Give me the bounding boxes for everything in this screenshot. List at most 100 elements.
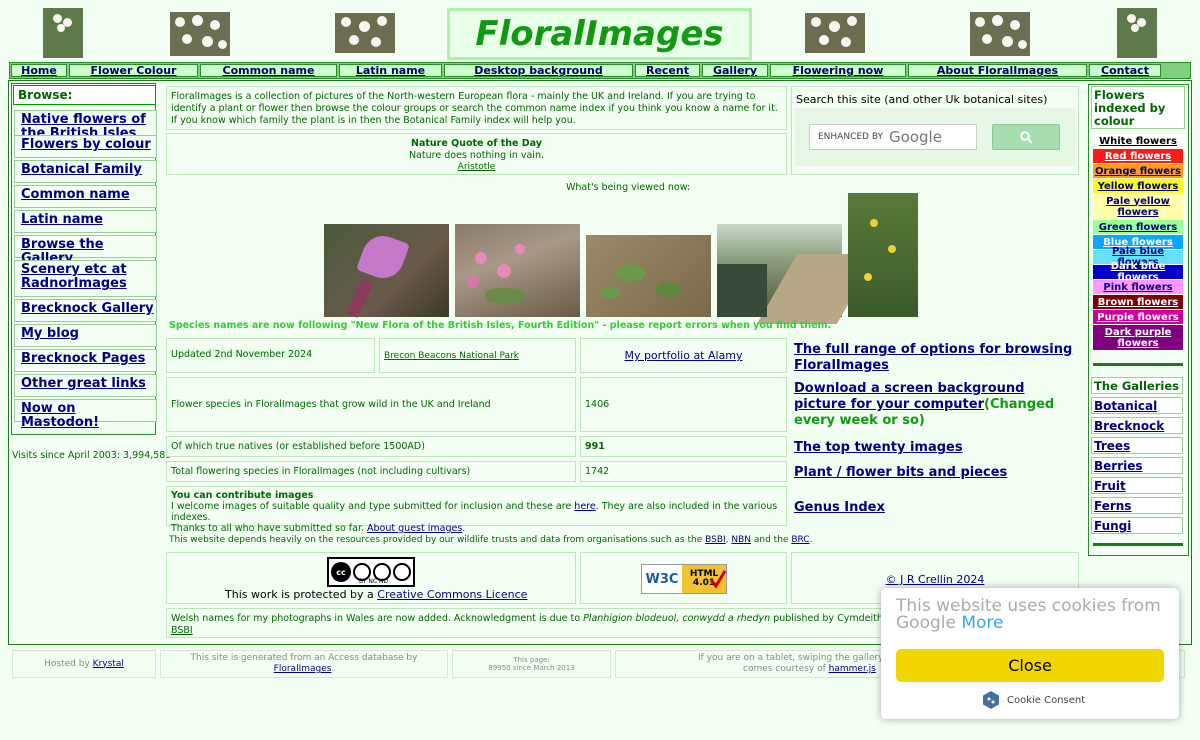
gallery-link[interactable]: Berries bbox=[1091, 457, 1183, 474]
link-download-bg[interactable]: Download a screen background picture for… bbox=[794, 381, 1074, 429]
gallery-link[interactable]: Fungi bbox=[1091, 517, 1183, 534]
brecon-link[interactable]: Brecon Beacons National Park bbox=[384, 351, 519, 361]
cookie-more-link[interactable]: More bbox=[961, 613, 1003, 633]
contribute-here-link[interactable]: here bbox=[574, 501, 595, 512]
sidebar-item-link[interactable]: Latin name bbox=[15, 211, 156, 227]
nav-flower-colour[interactable]: Flower Colour bbox=[69, 64, 198, 77]
cc-licence-link[interactable]: Creative Commons Licence bbox=[377, 588, 527, 601]
sidebar-item-link[interactable]: Other great links bbox=[15, 375, 156, 391]
link-browse-options[interactable]: The full range of options for browsing F… bbox=[794, 342, 1074, 374]
link-top-twenty-text[interactable]: The top twenty images bbox=[794, 440, 963, 455]
sidebar-item[interactable]: Other great links bbox=[14, 374, 157, 397]
link-genus-index[interactable]: Genus Index bbox=[794, 500, 885, 516]
nav-common-name[interactable]: Common name bbox=[200, 64, 337, 77]
sidebar-item[interactable]: Common name bbox=[14, 185, 157, 208]
cookie-close-button[interactable]: Close bbox=[896, 649, 1164, 682]
colour-button[interactable]: Brown flowers bbox=[1093, 295, 1183, 309]
bsbi-link[interactable]: BSBI bbox=[705, 535, 726, 545]
alamy-link[interactable]: My portfolio at Alamy bbox=[624, 349, 742, 362]
search-label: Search this site (and other Uk botanical… bbox=[796, 93, 1048, 106]
colour-button[interactable]: Dark purple flowers bbox=[1093, 325, 1183, 350]
gallery-link[interactable]: Brecknock bbox=[1091, 417, 1183, 434]
sidebar-item-link[interactable]: Brecknock Gallery bbox=[15, 300, 156, 316]
sidebar-item[interactable]: Flowers by colour bbox=[14, 135, 157, 158]
nav-home[interactable]: Home bbox=[11, 64, 67, 77]
link-bits-pieces-text[interactable]: Plant / flower bits and pieces bbox=[794, 465, 1007, 480]
recent-photo-1[interactable] bbox=[324, 224, 449, 318]
sidebar-item[interactable]: Brecknock Pages bbox=[14, 349, 157, 372]
colour-heading-box: Flowers indexed by colour bbox=[1091, 86, 1185, 129]
nav-recent[interactable]: Recent bbox=[635, 64, 700, 77]
nav-latin-name[interactable]: Latin name bbox=[339, 64, 442, 77]
copyright-link[interactable]: © J R Crellin 2024 bbox=[886, 573, 985, 586]
site-logo[interactable]: FloralImages bbox=[447, 8, 752, 60]
footer-hosted-text: Hosted by bbox=[44, 658, 93, 669]
header-thumb-right-1 bbox=[805, 13, 865, 53]
species-note: Species names are now following "New Flo… bbox=[169, 320, 832, 331]
depends-note: This website depends heavily on the reso… bbox=[169, 534, 812, 546]
colour-button[interactable]: Pink flowers bbox=[1093, 280, 1183, 294]
link-bits-pieces[interactable]: Plant / flower bits and pieces bbox=[794, 465, 1007, 481]
page-counter: 89950 since March 2013 bbox=[488, 664, 575, 672]
sidebar-item-link[interactable]: Now on Mastodon! bbox=[15, 400, 156, 430]
sidebar-item[interactable]: Latin name bbox=[14, 210, 157, 233]
sidebar: Browse: Native flowers of the British Is… bbox=[11, 83, 158, 443]
nav-about-floralimages[interactable]: About FloralImages bbox=[908, 64, 1087, 77]
brc-link[interactable]: BRC bbox=[791, 535, 809, 545]
sidebar-item-link[interactable]: My blog bbox=[15, 325, 156, 341]
sidebar-item[interactable]: My blog bbox=[14, 324, 157, 347]
quote-author[interactable]: Aristotle bbox=[458, 162, 496, 172]
nav-desktop-background[interactable]: Desktop background bbox=[444, 64, 633, 77]
krystal-link[interactable]: Krystal bbox=[93, 659, 124, 669]
gallery-link[interactable]: Botanical bbox=[1091, 397, 1183, 414]
search-button[interactable] bbox=[992, 124, 1060, 150]
recent-photo-5[interactable] bbox=[848, 193, 918, 317]
sidebar-item[interactable]: Scenery etc at RadnorImages bbox=[14, 260, 157, 297]
nav-flowering-now[interactable]: Flowering now bbox=[770, 64, 906, 77]
cookie-message-text: This website uses cookies from Google bbox=[896, 596, 1161, 633]
gallery-link[interactable]: Trees bbox=[1091, 437, 1183, 454]
nav-gallery[interactable]: Gallery bbox=[702, 64, 768, 77]
colour-button[interactable]: Dark blue flowers bbox=[1093, 261, 1183, 283]
colour-button[interactable]: Orange flowers bbox=[1093, 164, 1183, 178]
link-genus-index-text[interactable]: Genus Index bbox=[794, 500, 885, 515]
sidebar-item[interactable]: Now on Mastodon! bbox=[14, 399, 157, 430]
sidebar-item-link[interactable]: Brecknock Pages bbox=[15, 350, 156, 366]
recent-photo-4[interactable] bbox=[717, 224, 878, 324]
recent-photo-3[interactable] bbox=[586, 235, 711, 317]
colour-heading: Flowers indexed by colour bbox=[1094, 88, 1166, 128]
guest-images-link[interactable]: About guest images bbox=[367, 523, 462, 534]
brecon-cell: Brecon Beacons National Park bbox=[379, 338, 576, 373]
colour-button[interactable]: Yellow flowers bbox=[1093, 179, 1183, 193]
nbn-link[interactable]: NBN bbox=[731, 535, 751, 545]
colour-button[interactable]: Green flowers bbox=[1093, 220, 1183, 234]
updated-text: Updated 2nd November 2024 bbox=[171, 349, 313, 360]
colour-button[interactable]: Pale yellow flowers bbox=[1093, 194, 1183, 219]
floralimages-link[interactable]: FloralImages bbox=[274, 664, 332, 674]
colour-button[interactable]: White flowers bbox=[1093, 135, 1183, 148]
gallery-link[interactable]: Ferns bbox=[1091, 497, 1183, 514]
depends-sep-2: and the bbox=[751, 535, 792, 545]
hammer-link[interactable]: hammer.js bbox=[829, 664, 876, 674]
sidebar-item[interactable]: Browse the Gallery bbox=[14, 235, 157, 266]
link-browse-options-text[interactable]: The full range of options for browsing F… bbox=[794, 342, 1072, 373]
sidebar-item-link[interactable]: Botanical Family bbox=[15, 161, 156, 177]
sidebar-item-link[interactable]: Scenery etc at RadnorImages bbox=[15, 261, 156, 291]
sidebar-item[interactable]: Brecknock Gallery bbox=[14, 299, 157, 322]
welsh-bsbi-link[interactable]: BSBI bbox=[171, 625, 193, 636]
search-input[interactable]: ENHANCED BY Google bbox=[809, 124, 977, 150]
stat-value: 1406 bbox=[585, 399, 610, 410]
cookie-brand[interactable]: Cookie Consent bbox=[981, 690, 1085, 710]
sidebar-item[interactable]: Botanical Family bbox=[14, 160, 157, 183]
sidebar-item-link[interactable]: Flowers by colour bbox=[15, 136, 156, 152]
colour-button[interactable]: Red flowers bbox=[1093, 149, 1183, 163]
recent-photo-2[interactable] bbox=[455, 224, 580, 317]
cc-badge[interactable]: cc BY NC ND bbox=[327, 557, 415, 587]
depends-end: . bbox=[809, 535, 813, 545]
colour-button[interactable]: Purple flowers bbox=[1093, 310, 1183, 324]
sidebar-item-link[interactable]: Common name bbox=[15, 186, 156, 202]
link-top-twenty[interactable]: The top twenty images bbox=[794, 440, 963, 456]
stat-value: 1742 bbox=[585, 466, 610, 477]
nav-contact[interactable]: Contact bbox=[1089, 64, 1161, 77]
gallery-link[interactable]: Fruit bbox=[1091, 477, 1183, 494]
